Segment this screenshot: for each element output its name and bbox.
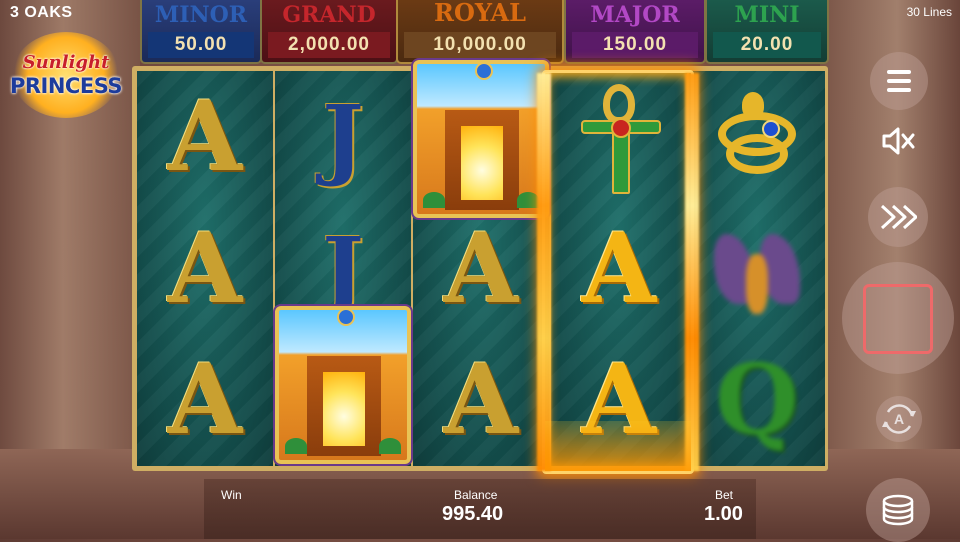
autoplay-button[interactable]: A — [876, 396, 922, 442]
bottom-info-bar: Win Balance 995.40 Bet 1.00 — [204, 479, 756, 539]
reel-symbol: A — [551, 203, 687, 335]
symbol-letter: Q — [715, 343, 799, 456]
game-logo: Sunlight PRINCESS — [2, 26, 130, 122]
reel-1: A A A — [137, 71, 273, 466]
reel-symbol: A — [413, 203, 549, 335]
reel-symbol: Q — [689, 334, 825, 466]
jackpot-name: MINI — [734, 2, 800, 28]
symbol-letter: A — [443, 343, 519, 456]
reel-grid: A A A J J A A A A Q — [132, 60, 828, 471]
symbol-letter: J — [322, 217, 364, 321]
provider-brand: 3 OAKS — [10, 4, 73, 21]
reel-2: J J — [275, 71, 411, 466]
paylines-count: 30 Lines — [906, 5, 952, 19]
jackpot-royal: ROYAL 10,000.00 — [396, 0, 564, 64]
jackpot-mini: MINI 20.00 — [705, 0, 829, 64]
temple-gate-icon — [275, 306, 411, 464]
reel-symbol — [689, 203, 825, 335]
turbo-button[interactable] — [868, 187, 928, 247]
jackpot-name: GRAND — [282, 2, 376, 28]
symbol-letter: A — [581, 212, 657, 325]
reel-symbol — [413, 59, 549, 219]
temple-gate-icon — [413, 60, 549, 218]
bet-value[interactable]: 1.00 — [704, 503, 743, 526]
jackpot-major: MAJOR 150.00 — [564, 0, 706, 64]
jackpot-value: 2,000.00 — [268, 32, 390, 58]
jackpot-grand: GRAND 2,000.00 — [260, 0, 398, 64]
reel-symbol: A — [137, 334, 273, 466]
reel-symbol: A — [551, 334, 687, 466]
speaker-muted-icon — [882, 127, 915, 155]
symbol-letter: A — [581, 343, 657, 456]
fast-forward-icon — [880, 204, 917, 230]
reel-symbol: A — [137, 203, 273, 335]
win-label: Win — [221, 488, 242, 502]
reel-symbol: A — [413, 334, 549, 466]
autoplay-rotate-icon — [882, 404, 916, 434]
balance-value: 995.40 — [442, 503, 504, 525]
reel-4: A A — [551, 71, 687, 466]
bet-label[interactable]: Bet — [715, 488, 733, 502]
coin-stack-icon — [882, 494, 914, 526]
symbol-letter: A — [167, 343, 243, 456]
reel-5: Q — [689, 71, 825, 466]
scarab-blurred-icon — [712, 214, 802, 324]
bet-settings-button[interactable] — [866, 478, 930, 542]
reel-symbol — [689, 71, 825, 203]
symbol-letter: A — [167, 80, 243, 193]
reel-symbol — [275, 306, 411, 464]
symbol-letter: J — [322, 85, 364, 189]
logo-line-1: Sunlight — [22, 52, 110, 73]
reel-3: A A — [413, 60, 549, 466]
symbol-letter: A — [167, 212, 243, 325]
logo-line-2: PRINCESS — [9, 74, 123, 98]
reel-symbol: A — [137, 71, 273, 203]
jackpot-name: MAJOR — [590, 2, 680, 28]
jackpot-value: 50.00 — [148, 32, 254, 58]
sound-toggle-button[interactable] — [878, 121, 918, 161]
jackpot-name: MINOR — [154, 2, 248, 28]
menu-button[interactable] — [870, 52, 928, 110]
jackpot-minor: MINOR 50.00 — [140, 0, 262, 64]
ankh-icon — [579, 82, 661, 194]
symbol-letter: A — [443, 212, 519, 325]
jackpot-name: ROYAL — [434, 0, 526, 27]
jackpot-value: 20.00 — [713, 32, 821, 58]
reel-symbol — [551, 71, 687, 203]
jackpot-value: 10,000.00 — [404, 32, 556, 58]
snake-bracelet-icon — [712, 92, 802, 182]
balance-label: Balance — [454, 488, 498, 502]
reel-symbol: J — [275, 71, 411, 203]
stop-icon — [863, 284, 933, 354]
spin-button[interactable] — [842, 262, 954, 374]
jackpot-value: 150.00 — [572, 32, 698, 58]
